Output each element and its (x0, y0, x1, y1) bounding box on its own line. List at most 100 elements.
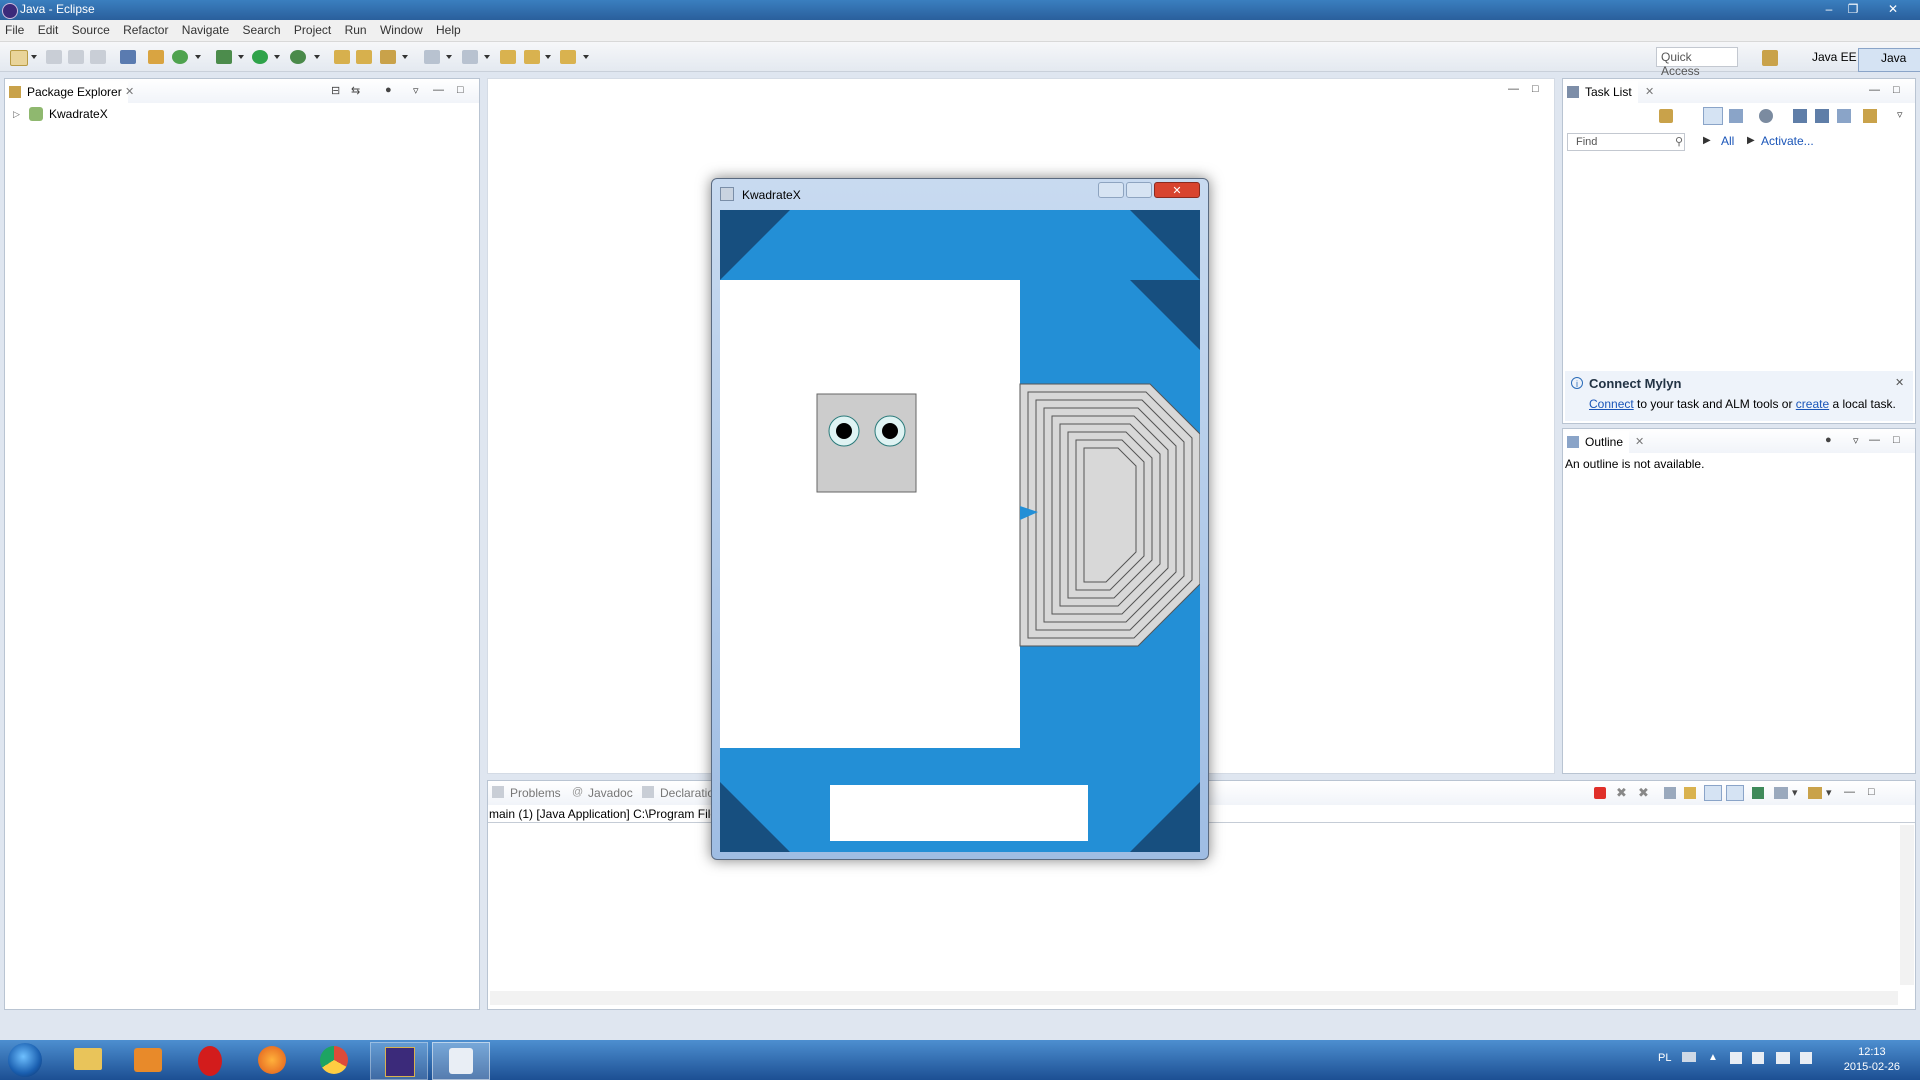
save-icon[interactable] (46, 50, 62, 64)
eclipse-taskbar-icon[interactable] (370, 1042, 428, 1080)
last-edit-icon[interactable] (500, 50, 516, 64)
app-minimize-button[interactable] (1098, 182, 1124, 198)
focus-tasks-icon[interactable] (1759, 109, 1773, 123)
menu-run[interactable]: Run (340, 20, 372, 37)
minimize-button[interactable]: – (1818, 1, 1840, 17)
project-kwadratex[interactable]: KwadrateX (49, 107, 108, 121)
next-annotation-icon[interactable] (424, 50, 440, 64)
outline-view-menu-icon[interactable]: ▿ (1853, 434, 1859, 447)
hide-completed-icon[interactable] (1793, 109, 1807, 123)
editor-minimize-icon[interactable]: — (1508, 83, 1519, 95)
tab-declaration[interactable]: Declaratio (660, 786, 714, 800)
activate-link[interactable]: Activate... (1761, 134, 1814, 148)
java-taskbar-icon[interactable] (432, 1042, 490, 1080)
close-tab-icon[interactable]: ✕ (125, 85, 134, 98)
debug-dropdown-icon[interactable] (238, 55, 244, 59)
terminate-icon[interactable] (1594, 787, 1606, 799)
debug-icon[interactable] (216, 50, 232, 64)
expand-arrow-icon[interactable]: ▷ (13, 109, 23, 119)
menu-refactor[interactable]: Refactor (118, 20, 173, 37)
outline-minimize-icon[interactable]: — (1869, 434, 1880, 446)
menu-source[interactable]: Source (67, 20, 115, 37)
search-icon[interactable] (380, 50, 396, 64)
open-console-icon[interactable] (1808, 787, 1822, 799)
display-console-dropdown-icon[interactable]: ▾ (1792, 786, 1798, 799)
categorized-icon[interactable] (1703, 107, 1723, 125)
next-annotation-dropdown-icon[interactable] (446, 55, 452, 59)
menu-search[interactable]: Search (238, 20, 286, 37)
open-task-icon[interactable] (356, 50, 372, 64)
chrome-taskbar-icon[interactable] (306, 1042, 362, 1078)
perspective-java[interactable]: Java (1858, 48, 1920, 72)
close-window-button[interactable]: ✕ (1870, 1, 1916, 17)
close-mylyn-icon[interactable]: ✕ (1895, 376, 1904, 389)
task-list-minimize-icon[interactable]: — (1869, 84, 1880, 96)
remove-all-launches-icon[interactable]: ✖ (1638, 785, 1649, 801)
network-icon[interactable] (1776, 1052, 1790, 1064)
menu-edit[interactable]: Edit (33, 20, 64, 37)
run-icon[interactable] (252, 50, 268, 64)
console-vertical-scrollbar[interactable] (1900, 825, 1914, 985)
close-outline-icon[interactable]: ✕ (1635, 435, 1644, 448)
task-list-maximize-icon[interactable]: □ (1893, 84, 1900, 96)
forward-icon[interactable] (560, 50, 576, 64)
new-package-icon[interactable] (172, 50, 188, 64)
external-tools-icon[interactable] (290, 50, 306, 64)
remove-launch-icon[interactable]: ✖ (1616, 785, 1627, 801)
connect-link[interactable]: Connect (1589, 397, 1634, 411)
minimize-view-icon[interactable]: — (433, 84, 444, 96)
link-editor-icon[interactable]: ⇆ (351, 84, 360, 97)
opera-taskbar-icon[interactable] (182, 1042, 238, 1078)
create-link[interactable]: create (1796, 397, 1829, 411)
tab-outline[interactable]: Outline ✕ (1563, 431, 1644, 457)
tab-task-list[interactable]: Task List ✕ (1563, 81, 1654, 107)
external-tools-dropdown-icon[interactable] (314, 55, 320, 59)
console-minimize-icon[interactable]: — (1844, 786, 1855, 798)
show-hidden-icons[interactable]: ▲ (1708, 1052, 1718, 1063)
skip-breakpoints-icon[interactable] (120, 50, 136, 64)
collapse-all-icon[interactable]: ⊟ (331, 84, 340, 97)
editor-maximize-icon[interactable]: □ (1532, 83, 1539, 95)
explorer-taskbar-icon[interactable] (60, 1042, 116, 1078)
restore-button[interactable]: ❐ (1842, 1, 1864, 17)
previous-annotation-dropdown-icon[interactable] (484, 55, 490, 59)
maximize-view-icon[interactable]: □ (457, 84, 464, 96)
open-type-icon[interactable] (334, 50, 350, 64)
outline-focus-icon[interactable]: ● (1825, 434, 1832, 446)
start-button[interactable] (0, 1040, 52, 1080)
show-stdout-icon[interactable] (1704, 785, 1722, 801)
firefox-taskbar-icon[interactable] (244, 1042, 300, 1078)
app-maximize-button[interactable] (1126, 182, 1152, 198)
tab-javadoc[interactable]: Javadoc (588, 786, 633, 800)
tab-package-explorer[interactable]: Package Explorer ✕ (5, 81, 134, 107)
new-java-project-icon[interactable] (148, 50, 164, 64)
view-menu-icon[interactable]: ▿ (413, 84, 419, 97)
save-all-icon[interactable] (68, 50, 84, 64)
run-dropdown-icon[interactable] (274, 55, 280, 59)
pin-console-icon[interactable] (1752, 787, 1764, 799)
new-class-dropdown-icon[interactable] (195, 55, 201, 59)
sync-changed-icon[interactable] (1863, 109, 1877, 123)
new-dropdown-icon[interactable] (31, 55, 37, 59)
menu-file[interactable]: File (0, 20, 29, 37)
synchronize-icon[interactable] (1815, 109, 1829, 123)
language-indicator[interactable]: PL (1658, 1052, 1671, 1064)
back-icon[interactable] (524, 50, 540, 64)
keyboard-icon[interactable] (1682, 1052, 1696, 1062)
forward-dropdown-icon[interactable] (583, 55, 589, 59)
media-player-taskbar-icon[interactable] (120, 1042, 176, 1078)
display-console-icon[interactable] (1774, 787, 1788, 799)
search-dropdown-icon[interactable] (402, 55, 408, 59)
scheduled-icon[interactable] (1729, 109, 1743, 123)
scroll-lock-icon[interactable] (1684, 787, 1696, 799)
system-clock[interactable]: 12:13 2015-02-26 (1844, 1045, 1900, 1075)
print-icon[interactable] (90, 50, 106, 64)
close-task-list-icon[interactable]: ✕ (1645, 85, 1654, 98)
app-close-button[interactable]: ✕ (1154, 182, 1200, 198)
console-maximize-icon[interactable]: □ (1868, 786, 1875, 798)
usb-icon[interactable] (1752, 1052, 1764, 1064)
perspective-java-ee[interactable]: Java EE (1790, 48, 1861, 70)
back-dropdown-icon[interactable] (545, 55, 551, 59)
collapse-tasks-icon[interactable] (1837, 109, 1851, 123)
menu-help[interactable]: Help (431, 20, 466, 37)
